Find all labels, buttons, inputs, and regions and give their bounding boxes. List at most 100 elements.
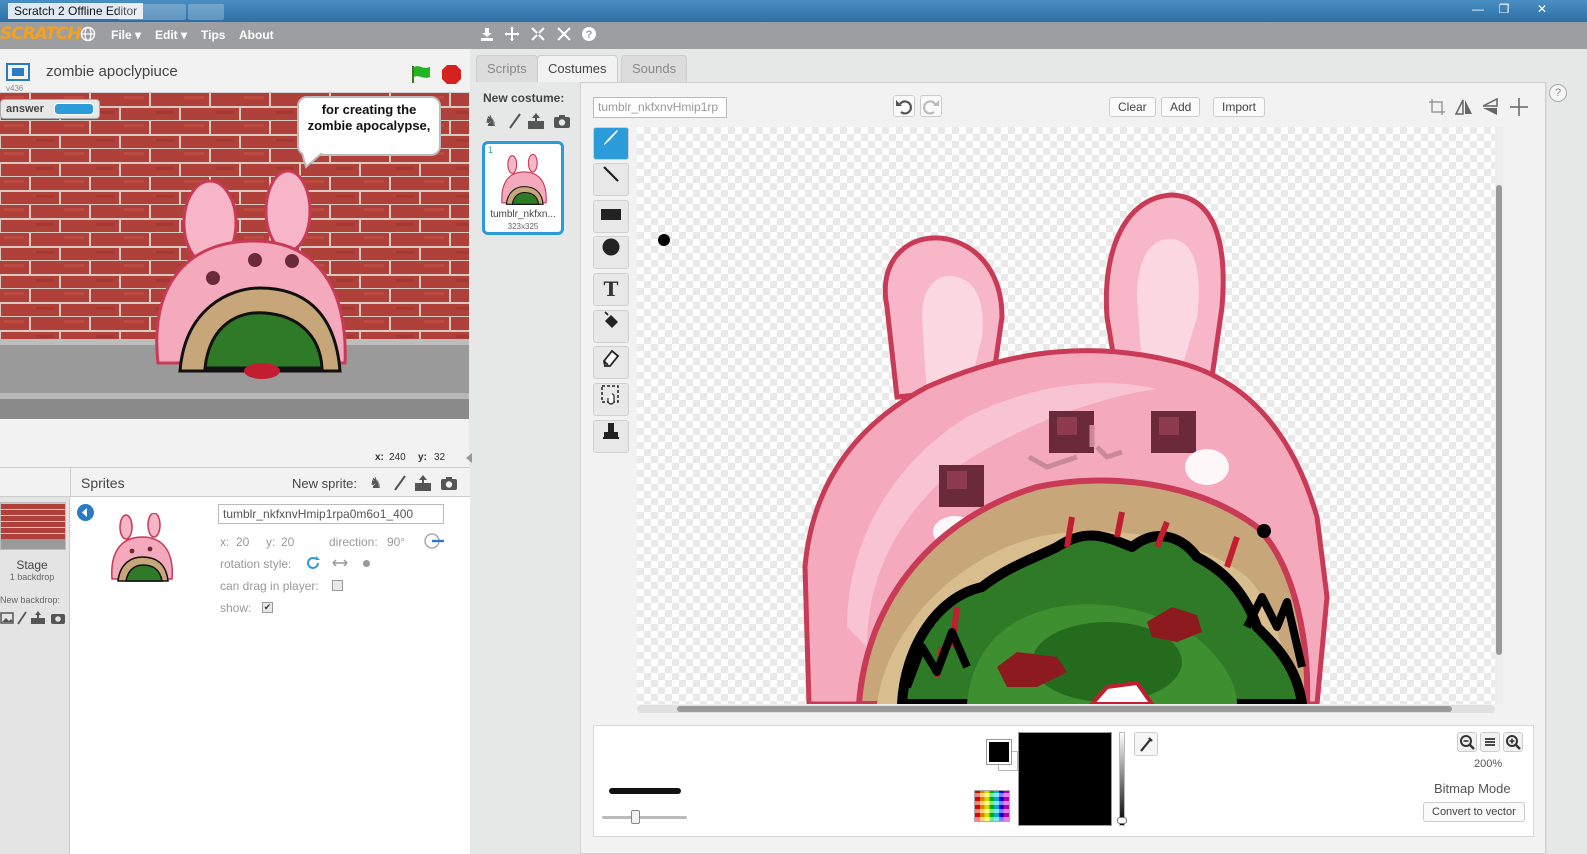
line-tool[interactable] (593, 163, 629, 196)
grow-icon[interactable] (529, 26, 547, 44)
costume-library-icon[interactable]: ♞ (484, 112, 502, 130)
collapse-stage-icon[interactable] (466, 453, 472, 463)
brush-tool[interactable] (593, 127, 629, 160)
backdrop-camera-icon[interactable] (50, 611, 66, 625)
tab-costumes[interactable]: Costumes (537, 55, 618, 83)
stage[interactable]: answer for creating the zombie apocalyps… (0, 93, 469, 449)
brightness-slider[interactable] (1117, 732, 1127, 826)
stage-header: v436 zombie apoclypiuce (0, 49, 470, 93)
shrink-icon[interactable] (555, 26, 573, 44)
menu-edit[interactable]: Edit ▾ (155, 28, 187, 42)
speech-bubble-text: for creating the zombie apocalypse, (307, 102, 431, 133)
brightness-slider-handle[interactable] (1117, 817, 1127, 824)
camera-icon[interactable] (440, 474, 458, 492)
costume-size: 323x325 (507, 222, 539, 231)
sprite-name-input[interactable]: tumblr_nkfxnvHmip1rpa0m6o1_400 (218, 504, 444, 524)
costume-camera-icon[interactable] (553, 112, 571, 130)
paint-canvas[interactable] (637, 127, 1495, 704)
stage-thumbnail[interactable] (0, 502, 66, 550)
backdrop-library-icon[interactable] (0, 611, 14, 625)
stop-icon[interactable] (441, 64, 462, 85)
undo-icon[interactable] (893, 95, 915, 117)
delete-cut-icon[interactable] (503, 26, 521, 44)
flip-vertical-icon[interactable] (1480, 97, 1502, 117)
version-label: v436 (6, 84, 24, 93)
horizontal-scrollbar-track[interactable] (637, 705, 1495, 713)
costume-item[interactable]: 1 tumblr_nkfxn... 323x325 (482, 141, 564, 235)
eyedropper-icon[interactable] (1134, 732, 1158, 756)
stamp-tool[interactable] (593, 420, 629, 453)
help-tips-icon[interactable]: ? (1549, 84, 1567, 102)
backdrop-count: 1 backdrop (9, 572, 55, 582)
duplicate-icon[interactable] (478, 26, 496, 44)
choose-sprite-library-icon[interactable]: ♞ (369, 474, 387, 492)
costume-name-input[interactable]: tumblr_nkfxnvHmip1rp (593, 97, 727, 118)
horizontal-scrollbar-thumb[interactable] (677, 706, 1452, 712)
paint-backdrop-icon[interactable] (16, 611, 28, 625)
costume-artwork (802, 192, 1330, 704)
redo-icon[interactable] (920, 95, 942, 117)
flip-horizontal-icon[interactable] (1453, 97, 1475, 117)
project-name[interactable]: zombie apoclypiuce (46, 63, 178, 80)
upload-backdrop-icon[interactable] (30, 611, 46, 625)
color-swatches[interactable] (987, 740, 1019, 772)
zoom-in-icon[interactable] (1503, 732, 1523, 752)
dont-rotate-icon[interactable] (363, 560, 370, 567)
paint-costume-icon[interactable] (507, 112, 523, 130)
eraser-tool[interactable] (593, 346, 629, 379)
can-drag-checkbox[interactable] (332, 580, 343, 591)
upload-sprite-icon[interactable] (414, 474, 432, 492)
rotation-style-label: rotation style: (220, 557, 292, 571)
menu-about[interactable]: About (239, 28, 274, 42)
tab-sounds[interactable]: Sounds (621, 55, 688, 82)
ellipse-tool[interactable] (593, 236, 629, 269)
zoom-reset-icon[interactable] (1480, 732, 1500, 752)
menu-tips[interactable]: Tips (201, 28, 225, 42)
import-button[interactable]: Import (1213, 97, 1266, 117)
brush-size-slider-handle[interactable] (631, 810, 640, 824)
rectangle-tool[interactable] (593, 200, 629, 233)
presentation-mode-icon[interactable] (6, 63, 30, 81)
vertical-scrollbar-track[interactable] (1495, 127, 1503, 704)
stage-thumbnail-column: Stage 1 backdrop New backdrop: (0, 497, 70, 854)
tab-scripts[interactable]: Scripts (476, 55, 538, 82)
new-costume-label: New costume: (483, 91, 565, 105)
rotate-all-around-icon[interactable] (305, 555, 321, 571)
sprite-info-panel: tumblr_nkfxnvHmip1rpa0m6o1_400 x: 20 y: … (70, 497, 470, 854)
close-button[interactable]: ✕ (1527, 0, 1557, 18)
minimize-button[interactable]: — (1465, 0, 1491, 18)
direction-dial-icon[interactable] (423, 532, 445, 550)
crosshair-icon[interactable] (1508, 97, 1530, 117)
color-picker-square[interactable] (1018, 732, 1112, 826)
back-arrow-icon[interactable] (77, 504, 94, 521)
vertical-scrollbar-thumb[interactable] (1496, 185, 1502, 655)
set-costume-center-icon[interactable] (1427, 97, 1447, 117)
sprite-x-label: x: (220, 535, 230, 549)
text-tool[interactable]: T (593, 273, 629, 306)
upload-costume-icon[interactable] (527, 112, 545, 130)
maximize-button[interactable]: ❐ (1491, 0, 1517, 18)
primary-color-swatch[interactable] (987, 740, 1011, 764)
zoom-out-icon[interactable] (1457, 732, 1477, 752)
background-tab (118, 4, 186, 20)
show-label: show: (220, 601, 252, 615)
add-button[interactable]: Add (1161, 97, 1201, 117)
scratch-logo[interactable]: SCRATCH (0, 24, 82, 44)
costume-index: 1 (488, 145, 494, 155)
globe-icon[interactable] (79, 26, 97, 44)
clear-button[interactable]: Clear (1109, 97, 1156, 117)
green-flag-icon[interactable] (410, 64, 432, 84)
sprites-title: Sprites (81, 475, 125, 491)
show-checkbox[interactable]: ✔ (262, 602, 273, 613)
help-icon[interactable]: ? (580, 26, 598, 44)
fill-tool[interactable] (593, 310, 629, 343)
menu-file[interactable]: File ▾ (111, 28, 141, 42)
answer-monitor[interactable]: answer (0, 99, 100, 119)
brush-size-slider[interactable] (602, 810, 687, 824)
left-right-icon[interactable] (332, 557, 348, 569)
convert-to-vector-button[interactable]: Convert to vector (1423, 802, 1525, 822)
color-palette-icon[interactable] (974, 790, 1010, 822)
select-tool[interactable] (593, 383, 629, 416)
window-titlebar: Scratch 2 Offline Editor — ❐ ✕ (0, 0, 1587, 22)
paint-new-sprite-icon[interactable] (392, 474, 408, 492)
